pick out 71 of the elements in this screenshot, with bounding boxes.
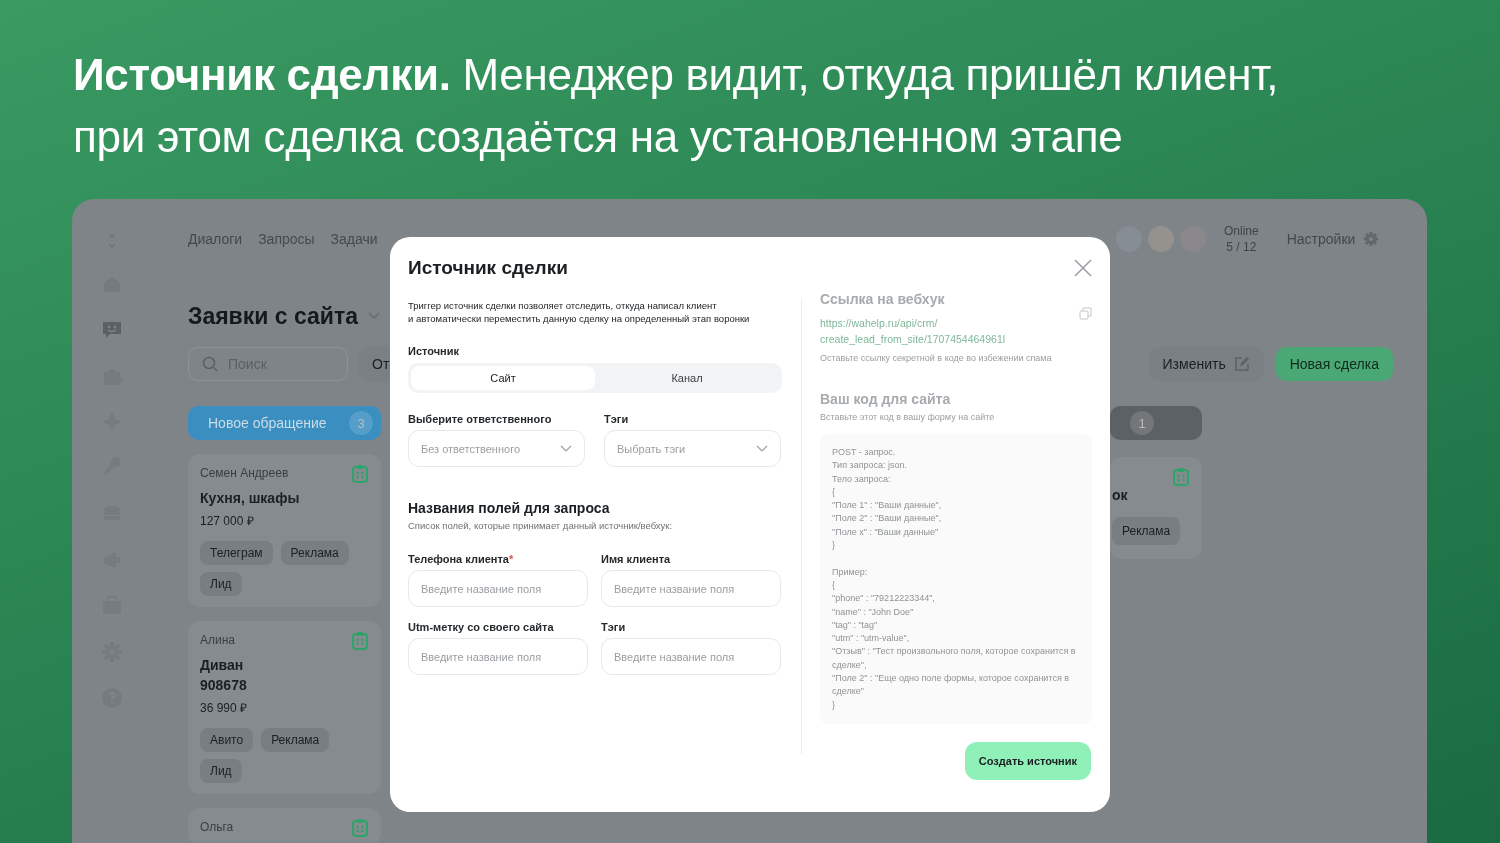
deal-title: ок bbox=[1112, 486, 1129, 505]
required-mark: * bbox=[508, 553, 514, 565]
deal-price: 36 990 ₽ bbox=[200, 700, 249, 716]
edit-button[interactable]: Изменить bbox=[1148, 347, 1264, 381]
nav-link[interactable]: Задачи bbox=[330, 231, 378, 247]
section-subtitle: Список полей, которые принимает данный источник/вебхук: bbox=[408, 520, 674, 531]
section-title: Названия полей для запроса bbox=[408, 500, 611, 516]
input-field[interactable]: Введите название поля bbox=[601, 570, 781, 607]
section-title: Ссылка на вебхук bbox=[820, 291, 946, 307]
deal-price: 127 000 ₽ bbox=[200, 513, 255, 529]
edit-icon bbox=[1233, 356, 1250, 372]
tag: Авито bbox=[200, 728, 254, 752]
chevron-down-icon[interactable] bbox=[368, 312, 381, 320]
chat-icon[interactable] bbox=[101, 319, 123, 341]
clipboard-icon bbox=[1172, 467, 1190, 487]
online-count: 5 / 12 bbox=[1226, 239, 1257, 255]
filter-button[interactable]: От bbox=[358, 347, 390, 381]
hint-text: Оставьте ссылку секретной в коде во избежении спама bbox=[820, 353, 1053, 363]
field-label: Тэги bbox=[601, 621, 626, 633]
chevron-down-icon bbox=[756, 444, 768, 453]
tag: Реклама bbox=[1112, 517, 1181, 545]
field-label: Тэги bbox=[604, 413, 630, 425]
input-field[interactable]: Введите название поля bbox=[408, 638, 588, 675]
segment-tab[interactable]: Сайт bbox=[411, 366, 595, 390]
code-block: POST - запрос. Тип запроса: json. Тело запроса: { "Поле 1" : "Ваши данные", "Поле 2" : "Ваши данные", "Поле x" : "Ваши данные" } Пример: { "phone" : "79212223344", "name" : "John Doe" "tag" : "tag" "utm" : "utm-value", "Отзыв" : "Тест произвольного поля, которое сохранится в сделке", "Поле 2" : "Еще одно поле формы, которое сохранится в сделке" } bbox=[820, 434, 1092, 724]
tag: Реклама bbox=[280, 541, 349, 565]
dropdown[interactable]: Выбрать тэги bbox=[604, 430, 781, 467]
deal-title: Кухня, шкафы bbox=[200, 489, 301, 508]
settings-link[interactable]: Настройки bbox=[1286, 231, 1356, 247]
input-field[interactable]: Введите название поля bbox=[601, 638, 781, 675]
hint-text: Вставьте этот код в вашу форму на сайте bbox=[820, 412, 996, 422]
tag: Телеграм bbox=[200, 541, 273, 565]
tag: Лид bbox=[200, 572, 242, 596]
new-deal-button[interactable]: Новая сделка bbox=[1275, 347, 1393, 381]
dropdown[interactable]: Без ответственного bbox=[408, 430, 585, 467]
clipboard-icon bbox=[351, 631, 369, 651]
headline: Источник сделки. Менеджер видит, откуда пришёл клиент, при этом сделка создаётся на установленном этапе bbox=[73, 49, 1280, 163]
field-label: Телефона клиента bbox=[408, 553, 509, 565]
deal-title: Диван 908678 bbox=[200, 656, 248, 695]
webhook-url: https://wahelp.ru/api/crm/ create_lead_from_site/1707454464961l bbox=[820, 316, 1006, 347]
close-icon[interactable] bbox=[1074, 259, 1092, 277]
tag: Лид bbox=[200, 759, 242, 783]
count-badge: 1 bbox=[1130, 411, 1154, 435]
section-title: Ваш код для сайта bbox=[820, 391, 952, 407]
description: Триггер источник сделки позволяет отследить, откуда написал клиент и автоматически переместить данную сделку на определенный этап воронки bbox=[408, 299, 751, 325]
client-name: Семен Андреев bbox=[200, 466, 290, 480]
clipboard-icon bbox=[351, 818, 369, 838]
tag: Реклама bbox=[261, 728, 330, 752]
settings-icon[interactable] bbox=[1363, 231, 1380, 247]
field-label: Utm-метку со своего сайта bbox=[408, 621, 554, 633]
nav-link[interactable]: Запросы bbox=[258, 231, 315, 247]
nav-link[interactable]: Диалоги bbox=[188, 231, 243, 247]
field-label: Источник bbox=[408, 345, 460, 357]
create-source-button[interactable]: Создать источник bbox=[964, 742, 1091, 780]
chevron-down-icon bbox=[560, 444, 572, 453]
copy-icon[interactable] bbox=[1079, 307, 1092, 320]
input-field[interactable]: Введите название поля bbox=[408, 570, 588, 607]
board-title: Заявки с сайта bbox=[188, 302, 359, 330]
client-name: Ольга bbox=[200, 820, 235, 834]
dialog-title: Источник сделки bbox=[408, 257, 568, 279]
count-badge: 3 bbox=[349, 411, 373, 435]
search-icon bbox=[202, 356, 218, 372]
field-label: Выберите ответственного bbox=[408, 413, 553, 425]
segment-tab[interactable]: Канал bbox=[595, 366, 779, 390]
field-label: Имя клиента bbox=[601, 553, 671, 565]
online-label: Online bbox=[1224, 223, 1259, 239]
dropdown-placeholder: Без ответственного bbox=[421, 442, 521, 455]
clipboard-icon bbox=[351, 464, 369, 484]
dropdown-placeholder: Выбрать тэги bbox=[617, 442, 686, 455]
column-title: Новое обращение bbox=[208, 415, 327, 431]
client-name: Алина bbox=[200, 633, 236, 647]
